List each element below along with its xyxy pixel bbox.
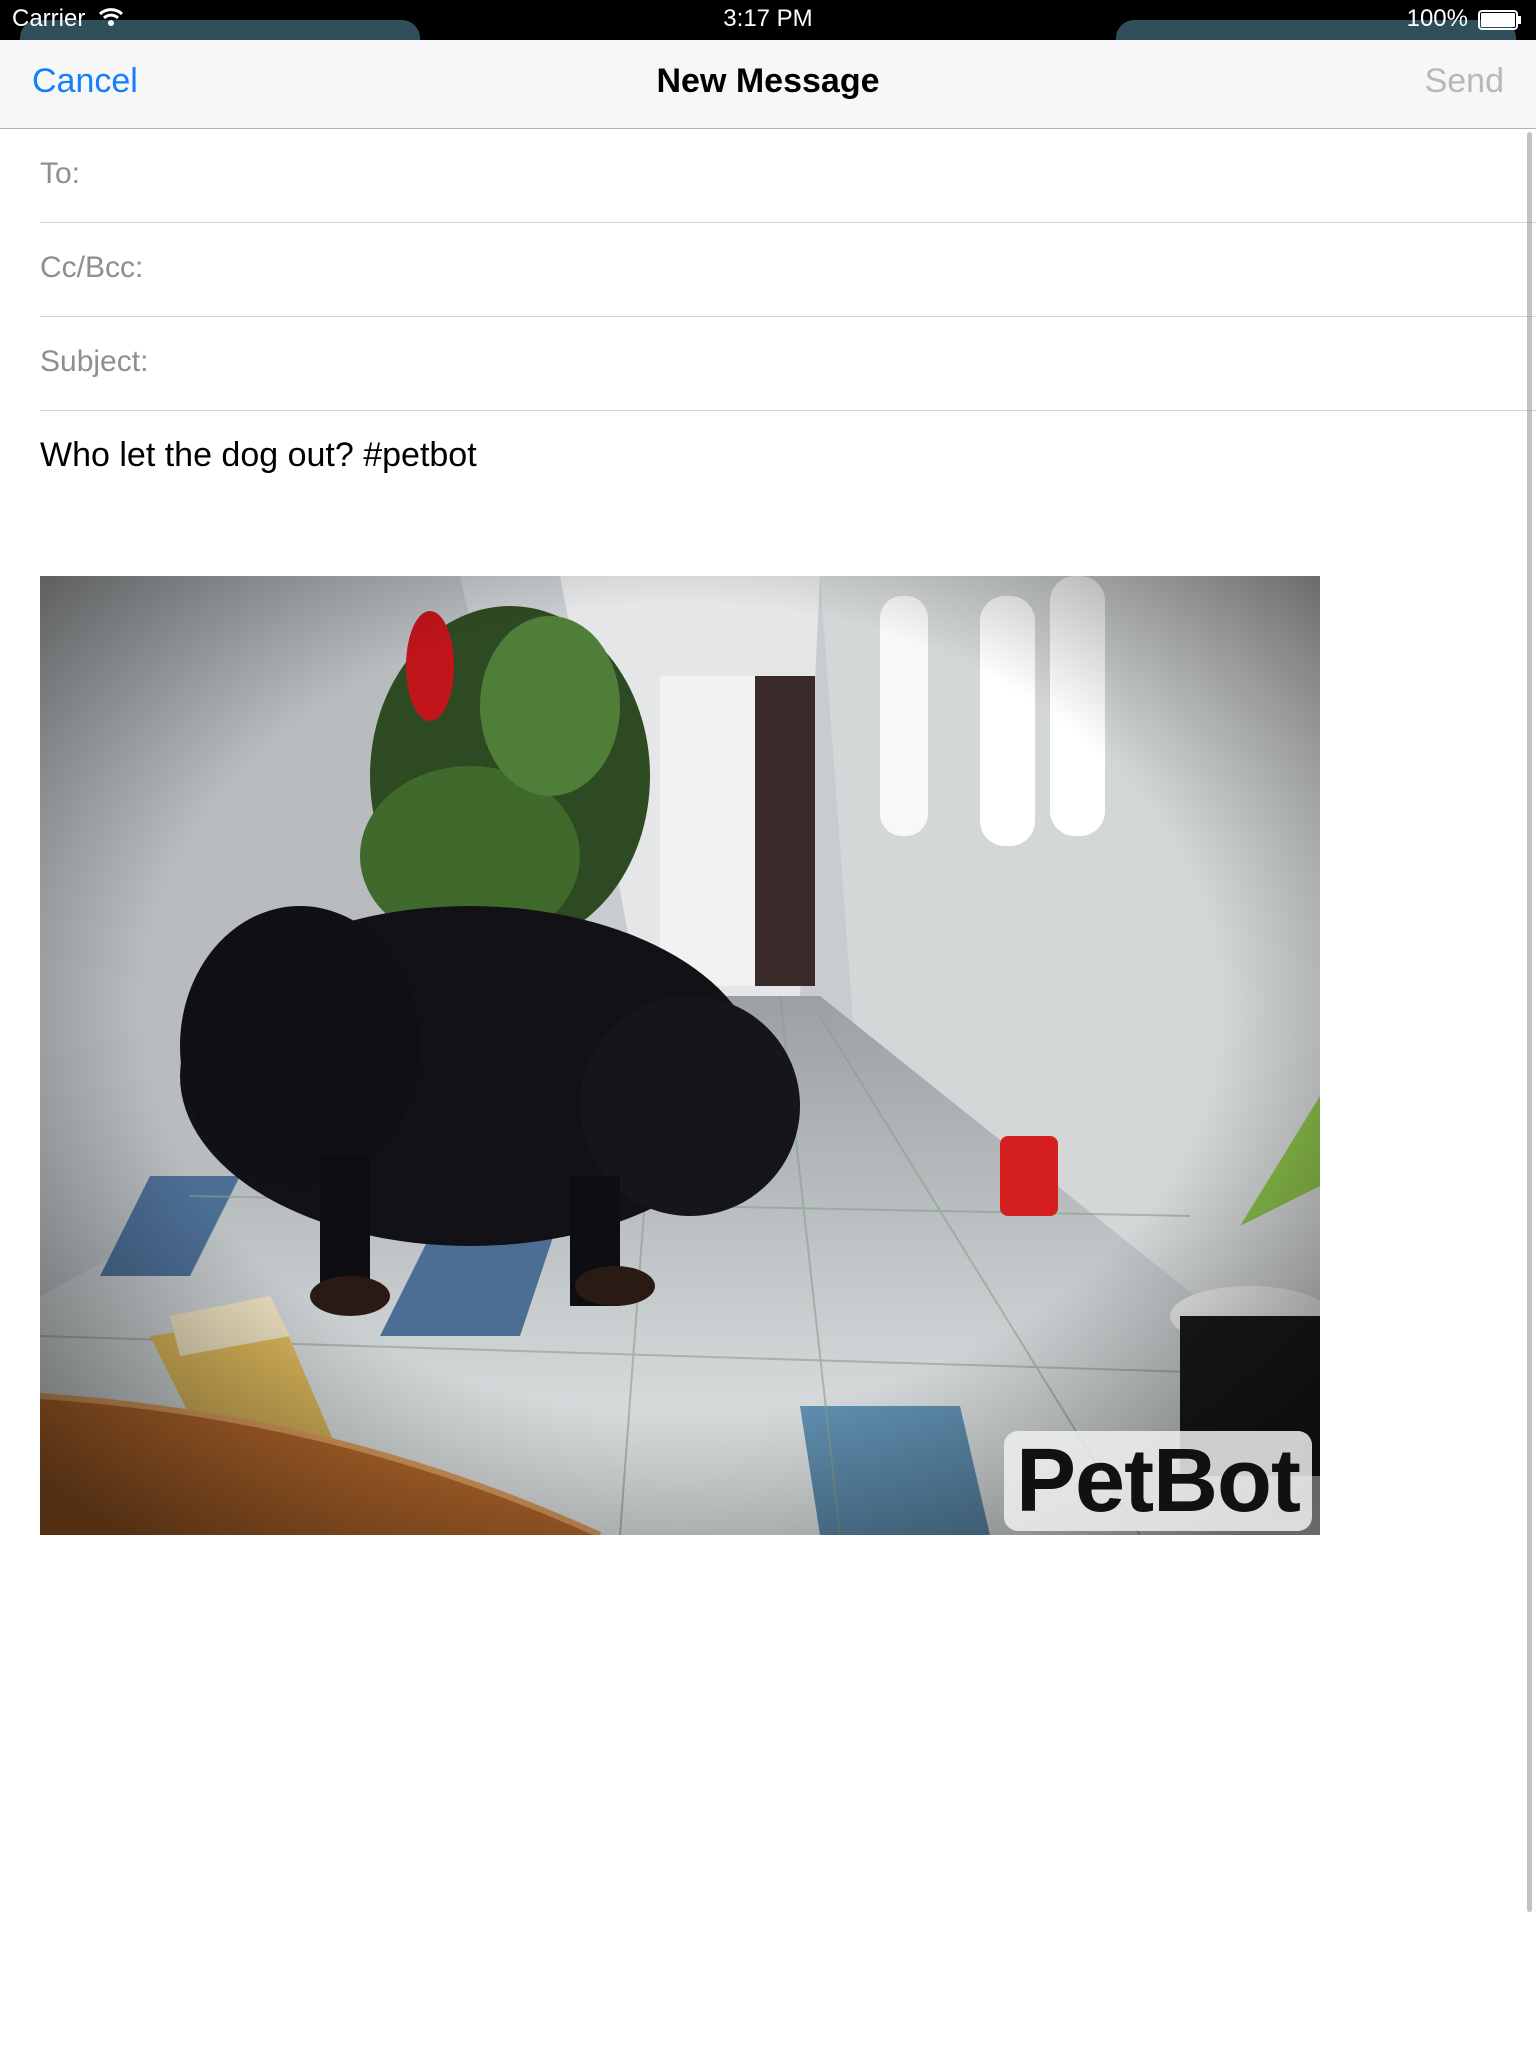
cc-bcc-label: Cc/Bcc: [40,251,144,284]
attached-photo[interactable]: PetBot [40,576,1320,1535]
subject-label: Subject: [40,345,149,378]
watermark-text: PetBot [1016,1431,1301,1531]
page-title: New Message [656,62,880,100]
clock: 3:17 PM [723,5,813,32]
message-body[interactable]: Who let the dog out? #petbot [40,436,477,475]
navigation-bar: Cancel New Message Send [0,40,1536,129]
dog-photo-image [40,576,1320,1535]
cc-bcc-field-row: Cc/Bcc: [40,223,1536,317]
scrollbar[interactable] [1527,132,1532,1912]
cc-bcc-input[interactable] [240,241,1516,299]
send-button[interactable]: Send [1425,62,1504,101]
petbot-watermark: PetBot [1004,1431,1312,1531]
battery-icon [1478,10,1521,30]
to-input[interactable] [240,147,1516,205]
subject-field-row: Subject: [40,317,1536,411]
subject-input[interactable] [240,335,1516,393]
to-label: To: [40,157,81,190]
to-field-row: To: [40,129,1536,223]
battery-percent: 100% [1406,5,1468,32]
status-bar: Carrier 3:17 PM 100% [0,0,1536,40]
